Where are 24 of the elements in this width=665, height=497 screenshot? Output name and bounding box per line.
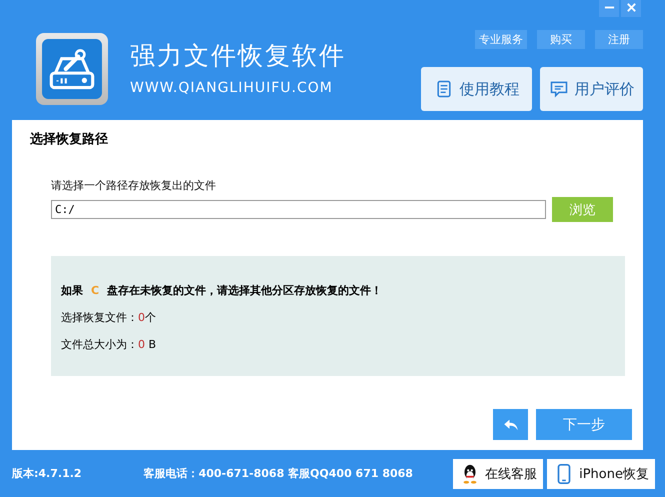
header-link[interactable]: 购买: [537, 30, 585, 49]
back-button[interactable]: [493, 409, 528, 440]
chat-icon: [548, 79, 568, 99]
version-text: 版本:4.7.1.2: [12, 466, 82, 481]
app-title: 强力文件恢复软件: [130, 40, 346, 72]
stat-text: 文件总大小为：0 B: [61, 337, 158, 352]
header-button[interactable]: 使用教程: [421, 67, 532, 111]
header-link[interactable]: 注册: [595, 30, 643, 49]
footer-button[interactable]: iPhone恢复: [547, 458, 655, 488]
close-button[interactable]: [621, 0, 641, 17]
website-url: WWW.QIANGLIHUIFU.COM: [130, 80, 334, 96]
path-input-field[interactable]: C:/: [51, 200, 546, 219]
header-button[interactable]: 用户评价: [540, 67, 643, 111]
section-heading: 选择恢复路径: [30, 131, 109, 148]
header-link[interactable]: 专业服务: [475, 30, 527, 49]
next-button[interactable]: 下一步: [536, 409, 632, 440]
minimize-button[interactable]: [599, 0, 619, 17]
close-icon: [626, 2, 636, 12]
stat-text: 选择恢复文件：0个: [61, 310, 157, 325]
contact-text: 客服电话：400-671-8068 客服QQ400 671 8068: [144, 466, 413, 481]
app-logo-icon: [36, 33, 108, 105]
footer-button[interactable]: 在线客服: [453, 458, 544, 488]
path-label: 请选择一个路径存放恢复出的文件: [51, 178, 217, 193]
warning-text: 如果 C 盘存在未恢复的文件，请选择其他分区存放恢复的文件！: [61, 283, 384, 298]
